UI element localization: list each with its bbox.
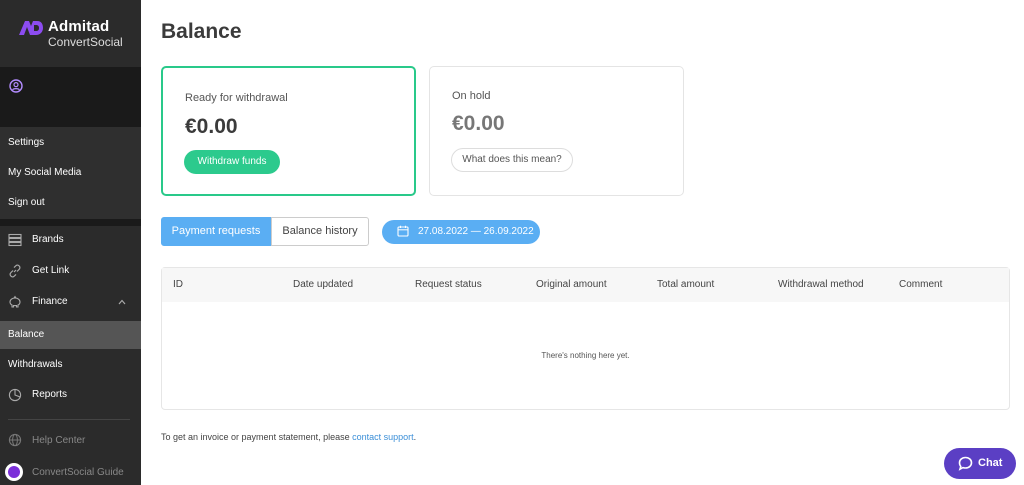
app-root: Admitad ConvertSocial Settings My Social…	[0, 0, 1024, 485]
sidebar-item-label: Help Center	[32, 435, 86, 446]
sidebar-item-label: ConvertSocial Guide	[32, 467, 124, 478]
sidebar-item-label: Balance	[8, 329, 45, 340]
tab-balance-history[interactable]: Balance history	[271, 217, 369, 246]
sidebar-item-label: Brands	[32, 234, 64, 245]
ready-amount: €0.00	[185, 115, 238, 138]
withdraw-funds-button[interactable]: Withdraw funds	[184, 150, 280, 174]
column-header-date-updated: Date updated	[293, 279, 354, 290]
contact-support-link[interactable]: contact support	[352, 432, 414, 442]
sidebar-item-label: Get Link	[32, 265, 70, 276]
account-menu: Settings My Social Media Sign out	[0, 127, 141, 219]
column-header-id: ID	[173, 279, 183, 290]
calendar-icon	[397, 225, 409, 237]
chat-bubble-icon	[958, 456, 973, 471]
chevron-up-icon[interactable]	[118, 298, 126, 306]
menu-my-social-media[interactable]: My Social Media	[8, 167, 81, 178]
profile-block	[0, 67, 141, 127]
column-header-total-amount: Total amount	[657, 279, 715, 290]
hold-amount: €0.00	[452, 112, 505, 135]
sidebar-item-guide[interactable]: ConvertSocial Guide	[0, 460, 141, 485]
sidebar-divider-line	[8, 419, 130, 420]
logo-subtitle: ConvertSocial	[48, 35, 123, 49]
sidebar-item-balance[interactable]: Balance	[0, 321, 141, 349]
piggy-bank-icon	[9, 295, 21, 308]
sidebar-item-finance[interactable]: Finance	[0, 288, 141, 316]
payment-requests-table: ID Date updated Request status Original …	[161, 267, 1010, 410]
column-header-original-amount: Original amount	[536, 279, 607, 290]
ready-for-withdrawal-card: Ready for withdrawal €0.00 Withdraw fund…	[161, 66, 416, 196]
date-range-picker[interactable]: 27.08.2022 — 26.09.2022	[382, 220, 540, 244]
admitad-logo-icon	[19, 21, 43, 35]
guide-icon	[5, 463, 23, 481]
footer-note: To get an invoice or payment statement, …	[161, 432, 416, 442]
card-label: Ready for withdrawal	[185, 92, 288, 104]
layers-icon	[8, 233, 22, 247]
date-range-text: 27.08.2022 — 26.09.2022	[418, 226, 534, 237]
card-label: On hold	[452, 90, 491, 102]
sidebar-item-label: Finance	[32, 296, 68, 307]
sidebar-item-get-link[interactable]: Get Link	[0, 257, 141, 285]
sidebar-item-brands[interactable]: Brands	[0, 226, 141, 254]
column-header-comment: Comment	[899, 279, 943, 290]
user-circle-icon[interactable]	[9, 79, 23, 93]
sidebar-item-label: Reports	[32, 389, 68, 400]
chat-button[interactable]: Chat	[944, 448, 1016, 479]
sidebar: Admitad ConvertSocial Settings My Social…	[0, 0, 141, 485]
on-hold-card: On hold €0.00 What does this mean?	[429, 66, 684, 196]
sidebar-item-reports[interactable]: Reports	[0, 381, 141, 409]
sidebar-item-label: Withdrawals	[8, 359, 63, 370]
tab-payment-requests[interactable]: Payment requests	[161, 217, 271, 246]
sidebar-item-help-center[interactable]: Help Center	[0, 428, 141, 454]
footer-end: .	[413, 432, 417, 442]
globe-icon	[8, 433, 22, 447]
menu-settings[interactable]: Settings	[8, 137, 44, 148]
link-icon	[9, 264, 21, 278]
pie-chart-icon	[8, 388, 22, 402]
menu-sign-out[interactable]: Sign out	[8, 197, 45, 208]
column-header-request-status: Request status	[415, 279, 482, 290]
sidebar-divider	[0, 219, 141, 226]
what-does-this-mean-button[interactable]: What does this mean?	[451, 148, 573, 172]
page-title: Balance	[161, 20, 242, 43]
table-header: ID Date updated Request status Original …	[162, 268, 1009, 302]
column-header-withdrawal-method: Withdrawal method	[778, 279, 864, 290]
logo-title: Admitad	[48, 18, 110, 35]
sidebar-item-withdrawals[interactable]: Withdrawals	[0, 351, 141, 379]
chat-label: Chat	[978, 457, 1003, 469]
footer-text: To get an invoice or payment statement, …	[161, 432, 353, 442]
empty-state-text: There's nothing here yet.	[541, 351, 630, 360]
